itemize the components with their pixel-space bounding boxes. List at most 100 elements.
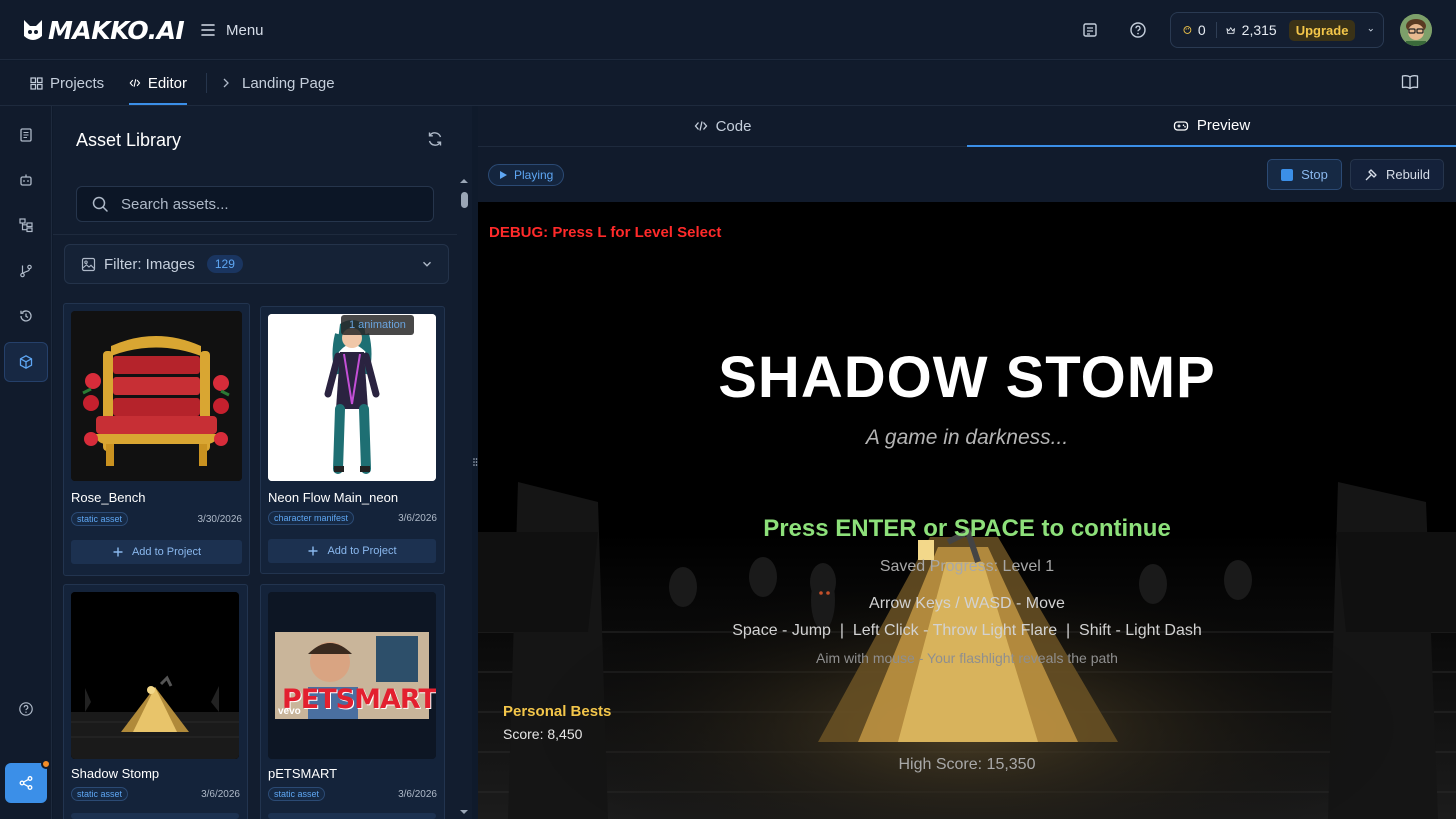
asset-thumbnail [71,311,242,481]
playing-status-label: Playing [514,168,554,182]
continue-prompt: Press ENTER or SPACE to continue [763,515,1171,542]
rail-item-documents[interactable] [4,115,48,155]
share-button[interactable] [5,759,51,803]
robot-icon [20,174,32,186]
debug-message: DEBUG: Press L for Level Select [489,224,722,241]
chevron-down-icon [423,261,431,267]
breadcrumb-projects[interactable]: Projects [30,61,104,105]
asset-thumbnail [268,314,436,481]
breadcrumb-editor[interactable]: Editor [129,61,187,105]
asset-type-tag: static asset [71,512,129,526]
newspaper-icon [1083,23,1097,37]
filter-label: Filter: Images [104,255,195,273]
add-to-project-button[interactable] [268,813,436,819]
search-input[interactable] [121,195,411,213]
personal-best-score: Score: 8,450 [503,726,583,742]
breadcrumb-editor-label: Editor [147,74,187,92]
menu-button[interactable]: Menu [200,18,264,42]
hamburger-icon [201,24,215,36]
crown-icon [1226,26,1236,34]
add-to-project-button[interactable]: Add to Project [71,540,242,564]
document-icon [20,128,32,142]
palette-icon [1183,26,1192,34]
menu-label: Menu [226,21,264,39]
controls-actions: Space - Jump | Left Click - Throw Light … [732,622,1202,639]
add-to-project-button[interactable] [71,813,239,819]
hierarchy-icon [19,218,33,233]
breadcrumb-projects-label: Projects [50,74,105,92]
bench-image [71,311,242,481]
top-bar: MAKKO.AI Menu 0 2,315 Upgrade [0,0,1456,60]
filter-count-badge: 129 [206,255,243,273]
thumb-watermark: vevo [278,706,301,717]
plus-icon [308,546,318,556]
editor-main: Code Preview Playing Stop Rebuild DEBUG:… [478,106,1456,819]
asset-date: 3/6/2026 [398,513,437,524]
upgrade-button[interactable]: Upgrade [1288,19,1356,41]
breadcrumb: Projects Editor Landing Page [0,61,1456,106]
rail-item-tree[interactable] [4,205,48,245]
rebuild-button[interactable]: Rebuild [1350,159,1444,190]
tab-preview[interactable]: Preview [967,106,1456,147]
character-image [268,314,436,481]
crown-credits: 2,315 [1241,22,1277,38]
game-subtitle: A game in darkness... [865,426,1069,449]
scrollbar[interactable] [457,176,471,819]
changelog-button[interactable] [1078,18,1102,42]
credits-widget[interactable]: 0 2,315 Upgrade [1170,12,1384,48]
shadow-stomp-image [71,592,239,759]
rail-item-agent[interactable] [4,160,48,200]
add-to-project-button[interactable]: Add to Project [268,539,436,563]
asset-card[interactable]: Shadow Stomp static asset 3/6/2026 [63,584,248,819]
scroll-thumb[interactable] [461,192,468,208]
refresh-button[interactable] [426,130,444,153]
game-title: SHADOW STOMP [718,345,1216,410]
stop-button[interactable]: Stop [1267,159,1342,190]
controls-aim: Aim with mouse - Your flashlight reveals… [816,650,1118,666]
asset-card[interactable]: PETSMART vevo pETSMART static asset 3/6/… [260,584,445,819]
asset-card[interactable]: Rose_Bench static asset 3/30/2026 Add to… [63,303,250,576]
rail-item-branches[interactable] [4,251,48,291]
asset-name: Shadow Stomp [71,766,160,781]
asset-name: Neon Flow Main_neon [268,490,399,505]
asset-thumbnail [71,592,239,759]
plus-icon [113,547,123,557]
stop-icon [1281,168,1294,181]
asset-date: 3/30/2026 [197,514,243,525]
asset-type-tag: character manifest [268,511,355,525]
asset-name: pETSMART [268,766,338,781]
game-preview[interactable]: DEBUG: Press L for Level Select SHADOW S… [478,202,1456,819]
play-icon [500,171,507,179]
docs-button[interactable] [1400,73,1420,96]
left-rail [0,106,52,819]
book-open-icon [1401,75,1419,90]
stop-label: Stop [1301,167,1328,182]
filter-dropdown[interactable]: Filter: Images 129 [64,244,449,284]
logo[interactable]: MAKKO.AI [22,15,185,45]
avatar[interactable] [1400,14,1432,46]
search-icon [92,196,108,212]
code-icon [129,79,141,87]
rail-item-history[interactable] [4,296,48,336]
rail-item-help[interactable] [4,689,48,729]
code-icon [694,121,707,131]
game-background [478,202,1456,819]
tab-preview-label: Preview [1196,117,1251,134]
cat-logo-icon [24,20,42,40]
rail-item-assets[interactable] [4,342,48,382]
help-icon [1130,22,1146,38]
personal-bests-title: Personal Bests [503,703,612,720]
breadcrumb-page[interactable]: Landing Page [221,61,335,105]
asset-date: 3/6/2026 [398,789,437,800]
preview-toolbar: Playing Stop Rebuild [478,148,1456,202]
avatar-icon [1400,14,1432,46]
animation-count-badge: 1 animation [341,315,414,335]
asset-library-title: Asset Library [76,130,182,150]
share-icon [19,776,33,790]
asset-card[interactable]: 1 animation Neon Flow Main_neon characte… [260,306,445,574]
help-button[interactable] [1126,18,1150,42]
tab-code[interactable]: Code [478,106,967,147]
hammer-icon [1365,168,1377,180]
add-to-project-label: Add to Project [131,546,202,558]
scroll-up-icon [460,179,468,183]
